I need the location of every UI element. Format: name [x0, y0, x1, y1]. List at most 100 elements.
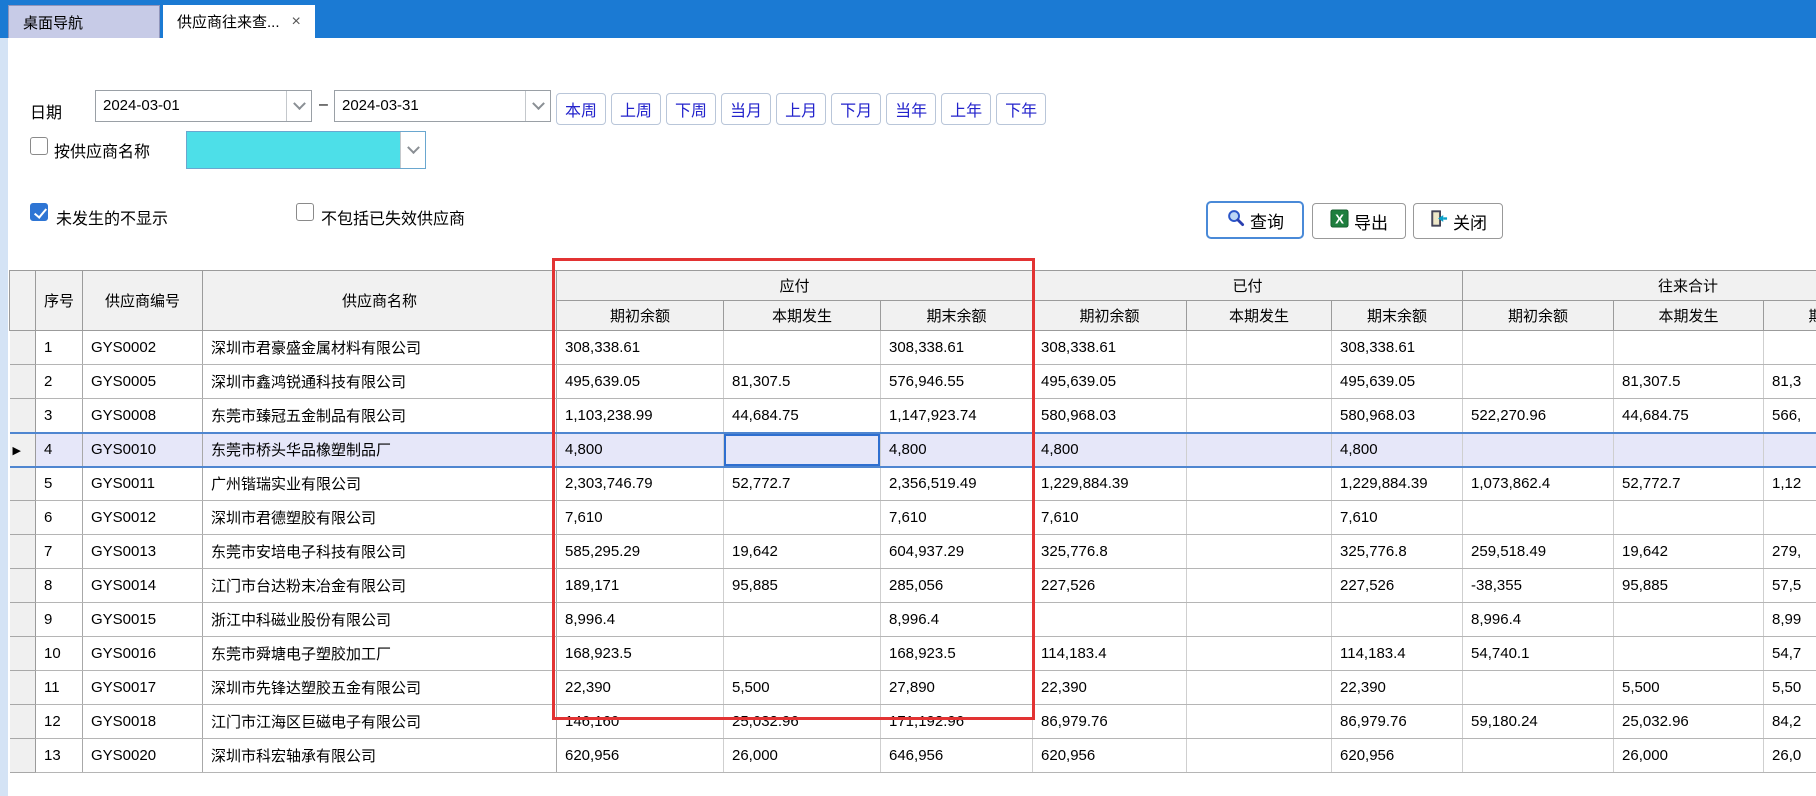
cell-name[interactable]: 江门市台达粉末冶金有限公司	[202, 568, 557, 603]
cell-code[interactable]: GYS0017	[82, 670, 203, 705]
cell-paid_begin[interactable]: 4,800	[1032, 431, 1188, 468]
cell-name[interactable]: 东莞市舜塘电子塑胶加工厂	[202, 636, 557, 671]
cell-paid_begin[interactable]: 22,390	[1032, 670, 1188, 705]
cell-ap_end[interactable]: 27,890	[880, 670, 1034, 705]
cell-paid_end[interactable]: 1,229,884.39	[1331, 466, 1464, 501]
row-selector[interactable]	[9, 738, 36, 773]
cell-total_end[interactable]: 566,	[1763, 398, 1816, 433]
cell-ap_end[interactable]: 1,147,923.74	[880, 398, 1034, 433]
cell-ap_end[interactable]: 285,056	[880, 568, 1034, 603]
cell-code[interactable]: GYS0016	[82, 636, 203, 671]
cell-paid_begin[interactable]: 114,183.4	[1032, 636, 1188, 671]
cell-total_period[interactable]	[1613, 500, 1765, 535]
row-selector[interactable]	[9, 670, 36, 705]
cell-code[interactable]: GYS0011	[82, 466, 203, 501]
cell-ap_end[interactable]: 4,800	[880, 431, 1034, 468]
cell-ap_end[interactable]: 8,996.4	[880, 602, 1034, 637]
col-header-seq[interactable]: 序号	[35, 270, 83, 331]
sub-header-0-0[interactable]: 期初余额	[556, 300, 724, 331]
cell-total_period[interactable]: 81,307.5	[1613, 364, 1765, 399]
cell-code[interactable]: GYS0002	[82, 330, 203, 365]
cell-paid_end[interactable]: 22,390	[1331, 670, 1464, 705]
cell-total_end[interactable]: 8,99	[1763, 602, 1816, 637]
cell-code[interactable]: GYS0015	[82, 602, 203, 637]
quick-date-button-4[interactable]: 上月	[776, 93, 827, 125]
cell-name[interactable]: 深圳市鑫鸿锐通科技有限公司	[202, 364, 557, 399]
cell-total_begin[interactable]: 8,996.4	[1462, 602, 1615, 637]
cell-paid_end[interactable]: 114,183.4	[1331, 636, 1464, 671]
sub-header-2-1[interactable]: 本期发生	[1613, 300, 1765, 331]
cell-code[interactable]: GYS0008	[82, 398, 203, 433]
cell-ap_period[interactable]	[723, 636, 881, 671]
cell-code[interactable]: GYS0014	[82, 568, 203, 603]
cell-seq[interactable]: 7	[35, 534, 83, 569]
cell-total_begin[interactable]	[1462, 330, 1615, 365]
cell-paid_begin[interactable]: 86,979.76	[1032, 704, 1188, 739]
hide-unoccurred-checkbox[interactable]	[30, 203, 48, 221]
quick-date-button-6[interactable]: 当年	[886, 93, 937, 125]
cell-ap_begin[interactable]: 620,956	[556, 738, 724, 773]
cell-paid_end[interactable]: 4,800	[1331, 431, 1464, 468]
cell-seq[interactable]: 4	[35, 431, 83, 468]
row-selector[interactable]	[9, 500, 36, 535]
cell-name[interactable]: 深圳市君豪盛金属材料有限公司	[202, 330, 557, 365]
cell-paid_begin[interactable]: 580,968.03	[1032, 398, 1188, 433]
cell-total_begin[interactable]	[1462, 364, 1615, 399]
cell-ap_begin[interactable]: 8,996.4	[556, 602, 724, 637]
cell-ap_period[interactable]	[723, 431, 881, 468]
cell-ap_end[interactable]: 7,610	[880, 500, 1034, 535]
row-selector[interactable]	[9, 466, 36, 501]
sub-header-2-0[interactable]: 期初余额	[1462, 300, 1615, 331]
cell-total_period[interactable]: 26,000	[1613, 738, 1765, 773]
cell-seq[interactable]: 1	[35, 330, 83, 365]
cell-paid_end[interactable]: 86,979.76	[1331, 704, 1464, 739]
quick-date-button-2[interactable]: 下周	[666, 93, 717, 125]
cell-name[interactable]: 深圳市先锋达塑胶五金有限公司	[202, 670, 557, 705]
cell-name[interactable]: 东莞市桥头华品橡塑制品厂	[202, 431, 557, 468]
cell-paid_end[interactable]: 227,526	[1331, 568, 1464, 603]
cell-seq[interactable]: 10	[35, 636, 83, 671]
cell-paid_end[interactable]: 580,968.03	[1331, 398, 1464, 433]
cell-seq[interactable]: 6	[35, 500, 83, 535]
cell-ap_period[interactable]	[723, 330, 881, 365]
quick-date-button-7[interactable]: 上年	[941, 93, 992, 125]
cell-ap_end[interactable]: 646,956	[880, 738, 1034, 773]
cell-ap_period[interactable]	[723, 500, 881, 535]
cell-total_end[interactable]	[1763, 431, 1816, 468]
row-selector[interactable]	[9, 568, 36, 603]
cell-ap_period[interactable]: 81,307.5	[723, 364, 881, 399]
cell-code[interactable]: GYS0012	[82, 500, 203, 535]
cell-paid_period[interactable]	[1186, 738, 1333, 773]
cell-paid_period[interactable]	[1186, 568, 1333, 603]
supplier-name-combo[interactable]	[186, 131, 426, 169]
cell-paid_period[interactable]	[1186, 500, 1333, 535]
cell-ap_period[interactable]: 19,642	[723, 534, 881, 569]
tab-supplier-query[interactable]: 供应商往来查... ×	[163, 5, 315, 38]
cell-total_end[interactable]	[1763, 500, 1816, 535]
cell-seq[interactable]: 12	[35, 704, 83, 739]
sub-header-0-2[interactable]: 期末余额	[879, 300, 1034, 331]
cell-paid_period[interactable]	[1186, 398, 1333, 433]
cell-total_begin[interactable]: 59,180.24	[1462, 704, 1615, 739]
row-selector[interactable]	[9, 602, 36, 637]
cell-total_begin[interactable]: -38,355	[1462, 568, 1615, 603]
cell-paid_begin[interactable]: 7,610	[1032, 500, 1188, 535]
cell-name[interactable]: 深圳市君德塑胶有限公司	[202, 500, 557, 535]
close-button[interactable]: 关闭	[1413, 203, 1503, 239]
cell-code[interactable]: GYS0013	[82, 534, 203, 569]
cell-ap_period[interactable]: 52,772.7	[723, 466, 881, 501]
supplier-name-checkbox[interactable]	[30, 137, 48, 155]
cell-total_begin[interactable]	[1462, 670, 1615, 705]
cell-paid_end[interactable]: 308,338.61	[1331, 330, 1464, 365]
cell-total_end[interactable]	[1763, 330, 1816, 365]
cell-seq[interactable]: 13	[35, 738, 83, 773]
date-to-combo[interactable]: 2024-03-31	[334, 90, 551, 122]
sub-header-1-2[interactable]: 期末余额	[1331, 300, 1464, 331]
cell-ap_begin[interactable]: 1,103,238.99	[556, 398, 724, 433]
cell-paid_period[interactable]	[1186, 670, 1333, 705]
cell-seq[interactable]: 5	[35, 466, 83, 501]
chevron-down-icon[interactable]	[400, 132, 425, 168]
cell-paid_end[interactable]: 325,776.8	[1331, 534, 1464, 569]
cell-paid_period[interactable]	[1186, 364, 1333, 399]
cell-total_period[interactable]: 19,642	[1613, 534, 1765, 569]
